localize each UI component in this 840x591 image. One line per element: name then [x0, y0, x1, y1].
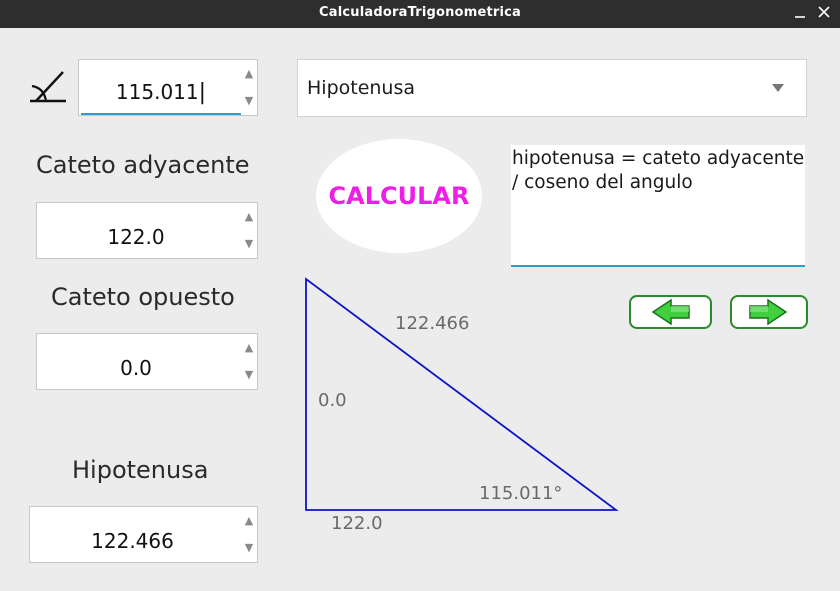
adjacent-label: Cateto adyacente — [36, 151, 250, 179]
triangle-drawing — [305, 277, 619, 511]
hypotenuse-spinner[interactable]: 122.466 ▲ ▼ — [29, 506, 258, 563]
spinner-arrows: ▲ ▼ — [241, 334, 257, 389]
target-select-value: Hipotenusa — [307, 77, 416, 99]
previous-button[interactable] — [629, 295, 712, 329]
triangle-hypotenuse-label: 122.466 — [395, 313, 470, 334]
angle-spinner[interactable]: 115.011| ▲ ▼ — [78, 59, 258, 116]
arrow-right-icon — [749, 298, 788, 326]
spinner-down-icon[interactable]: ▼ — [243, 369, 255, 381]
hypotenuse-label: Hipotenusa — [72, 456, 209, 484]
angle-icon — [28, 68, 68, 108]
opposite-label: Cateto opuesto — [51, 283, 235, 311]
triangle-opposite-label: 0.0 — [318, 390, 347, 411]
close-icon[interactable] — [816, 4, 832, 20]
spinner-arrows: ▲ ▼ — [241, 203, 257, 258]
spinner-up-icon[interactable]: ▲ — [243, 342, 255, 354]
chevron-down-icon[interactable] — [772, 84, 784, 92]
opposite-input[interactable]: 0.0 — [37, 356, 235, 380]
angle-input[interactable]: 115.011| — [79, 80, 243, 105]
spinner-down-icon[interactable]: ▼ — [243, 542, 255, 554]
opposite-spinner[interactable]: 0.0 ▲ ▼ — [36, 333, 258, 390]
window-title: CalculadoraTrigonometrica — [318, 5, 522, 20]
spinner-down-icon[interactable]: ▼ — [243, 95, 255, 107]
minimize-icon[interactable] — [792, 4, 808, 20]
spinner-down-icon[interactable]: ▼ — [243, 238, 255, 250]
calculate-button[interactable]: CALCULAR — [316, 139, 482, 253]
text-cursor: | — [198, 80, 207, 105]
spinner-up-icon[interactable]: ▲ — [243, 68, 255, 80]
formula-text[interactable]: hipotenusa = cateto adyacente / coseno d… — [511, 145, 805, 267]
angle-value: 115.011 — [115, 80, 199, 104]
focus-underline — [81, 113, 241, 115]
spinner-arrows: ▲ ▼ — [241, 507, 257, 562]
arrow-left-icon — [651, 298, 690, 326]
triangle-angle-label: 115.011° — [479, 483, 563, 504]
adjacent-input[interactable]: 122.0 — [37, 225, 235, 249]
triangle-adjacent-label: 122.0 — [331, 513, 383, 534]
hypotenuse-input[interactable]: 122.466 — [30, 529, 235, 553]
adjacent-spinner[interactable]: 122.0 ▲ ▼ — [36, 202, 258, 259]
spinner-up-icon[interactable]: ▲ — [243, 515, 255, 527]
title-bar: CalculadoraTrigonometrica — [0, 0, 840, 28]
target-select[interactable]: Hipotenusa — [297, 59, 807, 117]
next-button[interactable] — [730, 295, 808, 329]
spinner-arrows: ▲ ▼ — [241, 60, 257, 115]
spinner-up-icon[interactable]: ▲ — [243, 211, 255, 223]
